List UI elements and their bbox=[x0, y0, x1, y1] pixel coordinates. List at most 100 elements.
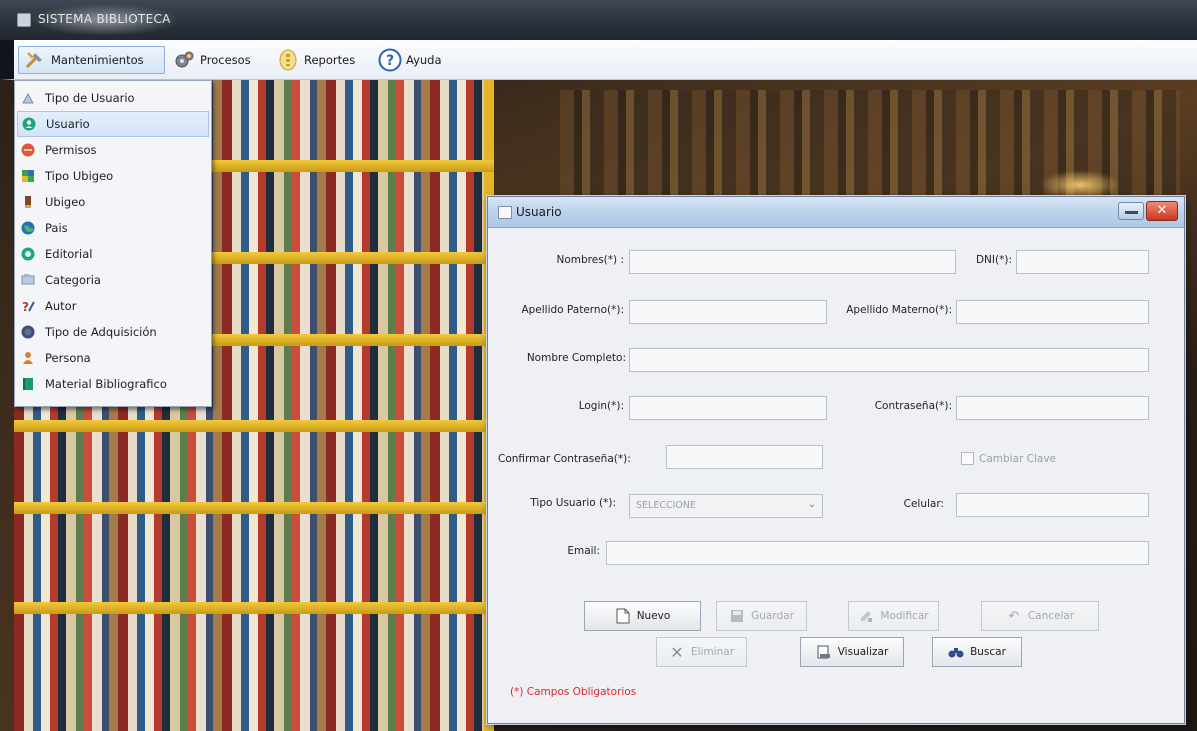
usuario-window: Usuario ✕ Nombres(*) : DNI(*): Apellido … bbox=[487, 196, 1185, 724]
category-icon bbox=[21, 273, 35, 287]
label-confirmar-contrasena: Confirmar Contraseña(*): bbox=[498, 453, 631, 465]
contrasena-field[interactable] bbox=[956, 396, 1149, 420]
svg-text:?: ? bbox=[22, 300, 29, 313]
dd-label: Material Bibliografico bbox=[45, 377, 167, 391]
help-icon: ? bbox=[378, 48, 402, 72]
dd-item-tipo-de-adquisicion[interactable]: Tipo de Adquisición bbox=[15, 319, 211, 345]
buscar-label: Buscar bbox=[970, 646, 1006, 658]
label-nombre-completo: Nombre Completo: bbox=[526, 352, 626, 364]
tipo-usuario-value: SELECCIONE bbox=[636, 500, 696, 511]
dni-field[interactable] bbox=[1016, 250, 1149, 274]
visualizar-label: Visualizar bbox=[837, 646, 889, 658]
label-nombres: Nombres(*) : bbox=[556, 254, 624, 266]
window-title: Usuario bbox=[516, 205, 562, 219]
nuevo-button[interactable]: Nuevo bbox=[584, 601, 701, 631]
checkbox-box[interactable] bbox=[961, 452, 974, 465]
minimize-button[interactable] bbox=[1118, 202, 1144, 220]
user-type-icon bbox=[21, 91, 35, 105]
dd-item-tipo-ubigeo[interactable]: Tipo Ubigeo bbox=[15, 163, 211, 189]
chevron-down-icon: ⌄ bbox=[807, 499, 816, 510]
tipo-usuario-select[interactable]: SELECCIONE ⌄ bbox=[629, 494, 823, 518]
confirmar-contrasena-field[interactable] bbox=[666, 445, 823, 469]
label-dni: DNI(*): bbox=[975, 254, 1012, 266]
dd-item-permisos[interactable]: Permisos bbox=[15, 137, 211, 163]
dd-label: Usuario bbox=[46, 117, 90, 131]
label-tipo-usuario: Tipo Usuario (*): bbox=[530, 497, 616, 509]
eliminar-label: Eliminar bbox=[690, 646, 735, 658]
close-button[interactable]: ✕ bbox=[1146, 201, 1178, 221]
cambiar-clave-checkbox[interactable]: Cambiar Clave bbox=[961, 452, 1056, 465]
preview-icon bbox=[816, 644, 832, 660]
binoculars-icon bbox=[948, 644, 964, 660]
tools-icon bbox=[23, 48, 47, 72]
dd-label: Permisos bbox=[45, 143, 97, 157]
report-icon bbox=[276, 48, 300, 72]
apellido-paterno-field[interactable] bbox=[629, 300, 827, 324]
book-row bbox=[14, 432, 484, 502]
cancelar-label: Cancelar bbox=[1027, 610, 1075, 622]
dd-label: Autor bbox=[45, 299, 77, 313]
dd-item-categoria[interactable]: Categoria bbox=[15, 267, 211, 293]
menu-label: Mantenimientos bbox=[51, 53, 144, 67]
eliminar-button[interactable]: ✕ Eliminar bbox=[656, 637, 747, 667]
label-apellido-paterno: Apellido Paterno(*): bbox=[521, 304, 624, 316]
menu-label: Ayuda bbox=[406, 53, 442, 67]
shelf-plank bbox=[14, 602, 494, 614]
svg-text:?: ? bbox=[386, 53, 394, 69]
buscar-button[interactable]: Buscar bbox=[932, 637, 1022, 667]
acquisition-icon bbox=[21, 325, 35, 339]
dd-item-tipo-de-usuario[interactable]: Tipo de Usuario bbox=[15, 85, 211, 111]
menu-label: Procesos bbox=[200, 53, 251, 67]
app-titlebar: SISTEMA BIBLIOTECA bbox=[0, 0, 1197, 40]
cambiar-clave-label: Cambiar Clave bbox=[979, 452, 1057, 465]
dd-item-material-bibliografico[interactable]: Material Bibliografico bbox=[15, 371, 211, 397]
ubigeo-icon bbox=[21, 195, 35, 209]
label-email: Email: bbox=[567, 545, 600, 557]
dd-item-usuario[interactable]: Usuario bbox=[17, 111, 209, 137]
dd-item-editorial[interactable]: Editorial bbox=[15, 241, 211, 267]
nombre-completo-field[interactable] bbox=[629, 348, 1149, 372]
dd-label: Tipo de Usuario bbox=[45, 91, 135, 105]
label-celular: Celular: bbox=[903, 498, 944, 510]
nombres-field[interactable] bbox=[629, 250, 956, 274]
delete-x-icon: ✕ bbox=[670, 642, 684, 662]
user-icon bbox=[22, 117, 36, 131]
dd-label: Categoria bbox=[45, 273, 101, 287]
author-icon: ? bbox=[21, 299, 35, 313]
dd-item-ubigeo[interactable]: Ubigeo bbox=[15, 189, 211, 215]
window-icon bbox=[498, 206, 512, 219]
menubar: Mantenimientos Procesos Reportes ? Ayuda bbox=[0, 40, 1197, 80]
edit-icon bbox=[858, 608, 874, 624]
visualizar-button[interactable]: Visualizar bbox=[800, 637, 904, 667]
menu-ayuda[interactable]: ? Ayuda bbox=[374, 46, 446, 74]
dd-label: Tipo Ubigeo bbox=[45, 169, 114, 183]
undo-icon: ↶ bbox=[1008, 608, 1020, 624]
label-login: Login(*): bbox=[578, 400, 624, 412]
globe-icon bbox=[21, 221, 35, 235]
celular-field[interactable] bbox=[956, 493, 1149, 517]
person-icon bbox=[21, 351, 35, 365]
book-row bbox=[14, 514, 484, 602]
dd-item-pais[interactable]: Pais bbox=[15, 215, 211, 241]
editorial-icon bbox=[21, 247, 35, 261]
menu-procesos[interactable]: Procesos bbox=[168, 46, 255, 74]
dd-label: Editorial bbox=[45, 247, 93, 261]
dd-label: Persona bbox=[45, 351, 91, 365]
dd-item-persona[interactable]: Persona bbox=[15, 345, 211, 371]
book-row bbox=[14, 614, 484, 731]
menu-reportes[interactable]: Reportes bbox=[272, 46, 359, 74]
guardar-label: Guardar bbox=[751, 610, 794, 622]
app-window-icon bbox=[17, 13, 31, 27]
menu-label: Reportes bbox=[304, 53, 356, 67]
guardar-button[interactable]: Guardar bbox=[716, 601, 807, 631]
usuario-titlebar[interactable]: Usuario ✕ bbox=[488, 197, 1184, 228]
dd-item-autor[interactable]: ? Autor bbox=[15, 293, 211, 319]
new-document-icon bbox=[615, 608, 631, 624]
apellido-materno-field[interactable] bbox=[956, 300, 1149, 324]
modificar-button[interactable]: Modificar bbox=[848, 601, 939, 631]
menu-mantenimientos[interactable]: Mantenimientos bbox=[18, 46, 165, 74]
cancelar-button[interactable]: ↶ Cancelar bbox=[981, 601, 1099, 631]
nuevo-label: Nuevo bbox=[636, 610, 671, 622]
email-field[interactable] bbox=[606, 541, 1149, 565]
login-field[interactable] bbox=[629, 396, 827, 420]
